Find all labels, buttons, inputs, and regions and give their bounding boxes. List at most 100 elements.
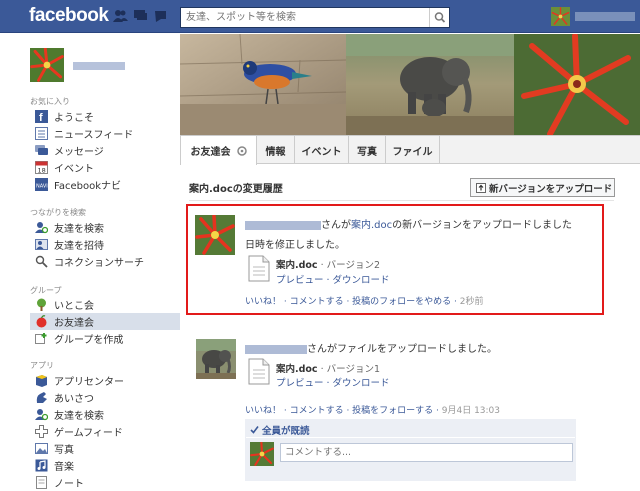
sidebar-item-app-center[interactable]: アプリセンター <box>30 372 180 389</box>
sidebar-item-find-friends[interactable]: 友達を検索 <box>30 219 180 236</box>
search-input[interactable] <box>181 8 426 27</box>
post-author-avatar[interactable] <box>196 339 236 379</box>
seen-by-all[interactable]: 全員が既読 <box>250 423 310 437</box>
sidebar-item-music[interactable]: 音楽 <box>30 457 180 474</box>
facebook-f-icon: f <box>35 110 48 123</box>
tab-label: お友達会 <box>190 147 231 158</box>
page-title: 案内.docの変更履歴 <box>189 184 283 195</box>
sidebar-item-label: 音楽 <box>54 462 74 473</box>
sidebar-item-events[interactable]: 18 イベント <box>30 159 180 176</box>
upload-new-version-button[interactable]: 新バージョンをアップロード <box>470 178 615 197</box>
search-icon[interactable] <box>429 8 449 27</box>
comment-input[interactable] <box>280 443 573 462</box>
sidebar-item-find-friends-app[interactable]: 友達を検索 <box>30 406 180 423</box>
divider <box>246 437 575 438</box>
post-text: さんがファイルをアップロードしました。 <box>307 344 497 355</box>
invite-friends-icon <box>35 238 48 251</box>
sidebar-item-notes[interactable]: ノート <box>30 474 180 491</box>
sidebar: お気に入り f ようこそ ニュースフィード メッセージ 18 イベント NAVI… <box>0 34 180 491</box>
user-name-blurred[interactable] <box>575 12 635 21</box>
sidebar-item-label: 友達を検索 <box>54 411 104 422</box>
game-feed-icon <box>35 425 48 438</box>
tab-events[interactable]: イベント <box>295 136 349 164</box>
sidebar-item-greeting[interactable]: あいさつ <box>30 389 180 406</box>
sidebar-item-game-feed[interactable]: ゲームフィード <box>30 423 180 440</box>
checkmark-icon <box>250 425 259 434</box>
sidebar-item-label: いとこ会 <box>54 301 94 312</box>
sidebar-item-photos[interactable]: 写真 <box>30 440 180 457</box>
doc-version: · バージョン1 <box>317 364 380 375</box>
doc-title[interactable]: 案内.doc <box>276 364 318 375</box>
tab-group-home[interactable]: お友達会 <box>180 136 257 165</box>
avatar[interactable] <box>551 7 570 26</box>
tab-label: イベント <box>301 146 342 158</box>
search-box <box>180 7 450 28</box>
sidebar-item-cousins-group[interactable]: いとこ会 <box>30 296 180 313</box>
find-friends-icon <box>35 408 48 421</box>
sidebar-item-label: 友達を招待 <box>54 241 104 252</box>
like-comment-follow-links[interactable]: いいね！ · コメントする · 投稿をフォローする · <box>245 406 442 416</box>
svg-text:NAVI: NAVI <box>36 184 48 190</box>
music-icon <box>35 459 48 472</box>
sidebar-item-label: アプリセンター <box>54 377 124 388</box>
tab-label: 写真 <box>357 146 377 158</box>
sidebar-item-navi[interactable]: NAVI Facebookナビ <box>30 176 180 193</box>
sidebar-item-label: グループを作成 <box>54 335 124 346</box>
sidebar-item-welcome[interactable]: f ようこそ <box>30 108 180 125</box>
sidebar-item-label: お友達会 <box>54 318 94 329</box>
notifications-icon[interactable] <box>153 9 168 23</box>
seen-label: 全員が既読 <box>262 426 310 437</box>
post-header: さんがファイルをアップロードしました。 <box>245 340 497 355</box>
sidebar-item-create-group[interactable]: グループを作成 <box>30 330 180 347</box>
tree-icon <box>35 298 48 311</box>
doc-preview-download-links[interactable]: プレビュー · ダウンロード <box>276 375 390 389</box>
profile-name-blurred[interactable] <box>73 62 125 70</box>
upload-icon <box>476 182 486 193</box>
messages-icon[interactable] <box>133 9 148 23</box>
sidebar-item-connection-search[interactable]: コネクションサーチ <box>30 253 180 270</box>
svg-text:18: 18 <box>38 167 46 175</box>
sidebar-item-label: メッセージ <box>54 147 104 158</box>
sidebar-item-news-feed[interactable]: ニュースフィード <box>30 125 180 142</box>
favorites-heading: お気に入り <box>30 97 70 106</box>
timestamp[interactable]: 9月4日 13:03 <box>442 406 500 416</box>
friend-requests-icon[interactable] <box>113 9 128 23</box>
create-group-icon <box>35 332 48 345</box>
svg-text:f: f <box>39 112 43 123</box>
group-cover-photo[interactable] <box>180 34 640 135</box>
sidebar-item-label: ゲームフィード <box>54 428 123 439</box>
sidebar-item-friends-group[interactable]: お友達会 <box>30 313 180 330</box>
sidebar-item-label: イベント <box>54 164 94 175</box>
tab-info[interactable]: 情報 <box>257 136 295 164</box>
author-name-blurred[interactable] <box>245 344 307 354</box>
facebook-logo[interactable]: facebook <box>29 5 109 27</box>
profile-picture[interactable] <box>30 48 64 82</box>
sidebar-item-label: 友達を検索 <box>54 224 104 235</box>
top-bar: facebook <box>0 0 640 33</box>
photos-icon <box>35 442 48 455</box>
avatar[interactable] <box>250 442 274 466</box>
sidebar-item-label: ノート <box>54 479 84 490</box>
sidebar-item-label: ニュースフィード <box>54 130 134 141</box>
group-tabs: お友達会 情報 イベント 写真 ファイル <box>180 135 640 165</box>
tab-label: ファイル <box>392 146 433 158</box>
post-actions: いいね！ · コメントする · 投稿をフォローする · 9月4日 13:03 <box>245 403 500 416</box>
groups-heading: グループ <box>30 286 62 295</box>
divider <box>189 200 614 201</box>
messages-icon <box>35 144 48 157</box>
sidebar-item-messages[interactable]: メッセージ <box>30 142 180 159</box>
doc-title-line: 案内.doc · バージョン1 <box>276 361 380 375</box>
sidebar-item-invite-friends[interactable]: 友達を招待 <box>30 236 180 253</box>
tab-photos[interactable]: 写真 <box>349 136 386 164</box>
greeting-icon <box>35 391 48 404</box>
sidebar-item-label: ようこそ <box>54 113 94 124</box>
sidebar-item-label: あいさつ <box>54 394 94 405</box>
tab-files[interactable]: ファイル <box>386 136 440 164</box>
settings-gear-icon[interactable] <box>236 145 247 156</box>
document-icon[interactable] <box>248 358 270 385</box>
connect-heading: つながりを検索 <box>30 208 86 217</box>
sidebar-item-label: 写真 <box>54 445 74 456</box>
highlight-annotation-box <box>186 204 604 315</box>
sidebar-item-label: Facebookナビ <box>54 181 121 192</box>
upload-button-label: 新バージョンをアップロード <box>489 183 613 195</box>
